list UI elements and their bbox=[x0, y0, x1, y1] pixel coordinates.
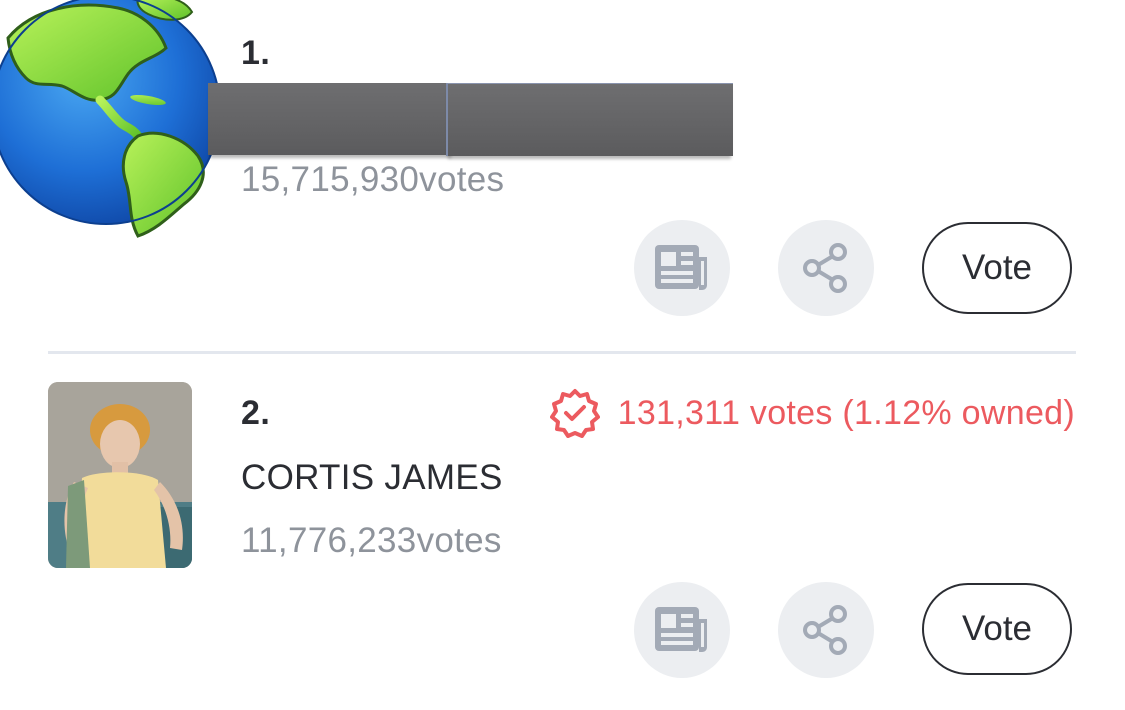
newspaper-icon bbox=[655, 245, 707, 290]
vote-count: 15,715,930votes bbox=[241, 160, 505, 199]
censored-name-block bbox=[446, 83, 733, 156]
avatar[interactable] bbox=[48, 382, 192, 568]
share-button[interactable] bbox=[778, 582, 874, 678]
rank-number: 1. bbox=[241, 34, 271, 72]
owned-votes-text: 131,311 votes (1.12% owned) bbox=[617, 393, 1075, 432]
share-icon bbox=[803, 605, 847, 655]
owned-votes-badge: 131,311 votes (1.12% owned) bbox=[549, 388, 1075, 438]
vote-button[interactable]: Vote bbox=[922, 583, 1072, 675]
newspaper-icon bbox=[655, 607, 707, 652]
vote-button[interactable]: Vote bbox=[922, 222, 1072, 314]
verified-badge-icon bbox=[549, 389, 600, 438]
globe-icon bbox=[0, 0, 221, 238]
share-button[interactable] bbox=[778, 220, 874, 316]
vote-count: 11,776,233votes bbox=[241, 521, 502, 560]
entry-name: CORTIS JAMES bbox=[241, 458, 503, 497]
rank-number: 2. bbox=[241, 394, 271, 432]
divider bbox=[48, 351, 1076, 354]
news-button[interactable] bbox=[634, 582, 730, 678]
news-button[interactable] bbox=[634, 220, 730, 316]
censored-name-block bbox=[208, 83, 453, 155]
share-icon bbox=[803, 243, 847, 293]
